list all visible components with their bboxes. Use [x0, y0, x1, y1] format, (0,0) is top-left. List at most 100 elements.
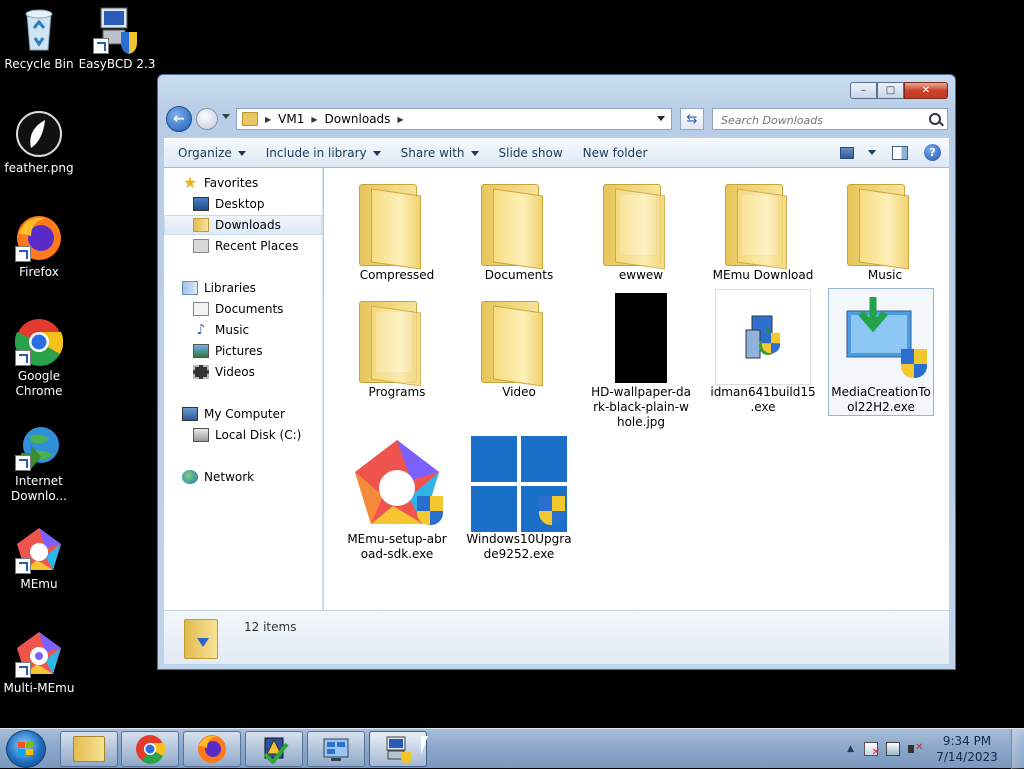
show-desktop-button[interactable] [1011, 729, 1024, 769]
volume-muted-icon[interactable]: ✕ [908, 742, 923, 756]
desktop-icon-internet-download-manager[interactable]: Internet Downlo... [0, 423, 78, 504]
file-name: HD-wallpaper-da rk-black-plain-w hole.jp… [591, 385, 691, 429]
nav-documents[interactable]: Documents [164, 299, 322, 319]
control-panel-icon [323, 738, 349, 761]
slide-show-button[interactable]: Slide show [499, 146, 563, 160]
pictures-icon [193, 344, 209, 358]
search-box[interactable] [712, 108, 948, 130]
chevron-down-icon [237, 150, 246, 156]
search-icon[interactable] [929, 113, 941, 125]
nav-desktop[interactable]: Desktop [164, 194, 322, 214]
file-name: Compressed [359, 268, 435, 282]
close-button[interactable]: ✕ [904, 82, 948, 99]
hard-drive-icon [193, 428, 209, 442]
file-item-idman[interactable]: idman641build15 .exe [710, 289, 816, 415]
file-item-mediacreationtool[interactable]: MediaCreationTo ol22H2.exe [828, 288, 934, 416]
desktop-icon-feather[interactable]: feather.png [0, 110, 78, 176]
clock[interactable]: 9:34 PM 7/14/2023 [930, 733, 1004, 765]
desktop-icon-firefox[interactable]: Firefox [0, 214, 78, 280]
address-bar[interactable]: ▶ VM1 ▶ Downloads ▶ [236, 108, 672, 130]
folder-with-documents-icon [715, 172, 811, 270]
forward-button[interactable] [196, 108, 218, 130]
maximize-button[interactable]: □ [877, 82, 904, 99]
file-name: MediaCreationTo ol22H2.exe [831, 385, 931, 414]
network-icon[interactable] [886, 742, 900, 756]
desktop-icon-memu[interactable]: MEmu [0, 526, 78, 592]
file-item-compressed[interactable]: Compressed [344, 172, 450, 283]
nav-local-disk[interactable]: Local Disk (C:) [164, 425, 322, 445]
chrome-icon [14, 318, 64, 366]
file-item-memu-download[interactable]: MEmu Download [710, 172, 816, 283]
nav-label: Pictures [215, 344, 263, 358]
taskbar-firefox-button[interactable] [183, 731, 241, 767]
nav-recent-places[interactable]: Recent Places [164, 236, 322, 256]
desktop-icon-easybcd[interactable]: EasyBCD 2.3 [78, 6, 156, 72]
desktop-icon-recycle-bin[interactable]: Recycle Bin [0, 6, 78, 72]
nav-network[interactable]: Network [164, 467, 322, 487]
back-button[interactable]: ← [166, 106, 192, 132]
firefox-icon [15, 214, 63, 262]
breadcrumb-downloads[interactable]: Downloads [325, 112, 391, 126]
action-center-flag-icon[interactable]: ✕ [864, 742, 880, 758]
share-with-label: Share with [400, 146, 465, 160]
nav-label: Network [204, 470, 255, 484]
new-folder-button[interactable]: New folder [583, 146, 648, 160]
start-button[interactable] [6, 730, 46, 768]
file-item-programs[interactable]: Programs [344, 289, 450, 400]
show-hidden-icons-button[interactable]: ▲ [847, 744, 854, 754]
taskbar-chrome-button[interactable] [121, 731, 179, 767]
help-icon[interactable]: ? [924, 144, 941, 161]
desktop-icon-multi-memu[interactable]: Multi-MEmu [0, 630, 78, 696]
breadcrumb-vm1[interactable]: VM1 [278, 112, 304, 126]
breadcrumb-arrow-icon[interactable]: ▶ [265, 115, 271, 124]
file-item-hd-wallpaper[interactable]: HD-wallpaper-da rk-black-plain-w hole.jp… [588, 289, 694, 430]
music-note-icon: ♪ [196, 322, 206, 338]
chrome-icon [136, 735, 165, 764]
star-icon: ★ [182, 173, 198, 192]
desktop-icon-chrome[interactable]: Google Chrome [0, 318, 78, 399]
file-item-ewwew[interactable]: ewwew [588, 172, 694, 283]
taskbar-easybcd-button[interactable] [369, 731, 427, 767]
file-item-video[interactable]: Video [466, 289, 572, 400]
preview-pane-icon[interactable] [892, 145, 908, 160]
desktop-icon-label: EasyBCD 2.3 [78, 57, 156, 71]
file-name: Documents [484, 268, 554, 282]
refresh-button[interactable]: ⇆ [680, 108, 704, 130]
change-view-icon[interactable] [840, 146, 854, 159]
uac-shield-icon [539, 496, 565, 528]
search-input[interactable] [719, 110, 923, 130]
taskbar-explorer-button[interactable] [60, 731, 118, 767]
file-item-memu-setup[interactable]: MEmu-setup-abr oad-sdk.exe [344, 436, 450, 562]
share-with-menu[interactable]: Share with [401, 146, 479, 160]
minimize-button[interactable]: – [850, 82, 877, 99]
network-globe-icon [182, 470, 198, 484]
file-item-documents[interactable]: Documents [466, 172, 572, 283]
nav-libraries[interactable]: Libraries [164, 278, 322, 298]
desktop-icon-label: feather.png [4, 161, 74, 175]
nav-downloads[interactable]: Downloads [164, 215, 322, 235]
nav-music[interactable]: ♪ Music [164, 320, 322, 340]
clock-time: 9:34 PM [942, 734, 992, 748]
taskbar-action-center-button[interactable] [245, 731, 303, 767]
folder-icon [242, 112, 258, 126]
recent-pages-dropdown[interactable] [222, 114, 230, 119]
nav-pictures[interactable]: Pictures [164, 341, 322, 361]
taskbar-control-panel-button[interactable] [307, 731, 365, 767]
folder-icon [471, 172, 567, 270]
nav-my-computer[interactable]: My Computer [164, 404, 322, 424]
nav-favorites[interactable]: ★ Favorites [164, 173, 322, 193]
nav-videos[interactable]: Videos [164, 362, 322, 382]
taskbar: ▲ ✕ ✕ 9:34 PM 7/14/2023 [0, 728, 1024, 769]
documents-icon [193, 302, 209, 316]
include-in-library-menu[interactable]: Include in library [266, 146, 381, 160]
breadcrumb-arrow-icon[interactable]: ▶ [311, 115, 317, 124]
breadcrumb-arrow-icon[interactable]: ▶ [397, 115, 403, 124]
organize-menu[interactable]: Organize [178, 146, 246, 160]
view-options-dropdown-icon[interactable] [868, 150, 876, 155]
chevron-down-icon [470, 150, 479, 156]
windows-installer-icon [471, 436, 567, 532]
address-dropdown-icon[interactable] [657, 116, 665, 121]
file-item-music[interactable]: Music [832, 172, 938, 283]
file-item-windows10upgrade[interactable]: Windows10Upgra de9252.exe [466, 436, 572, 562]
nav-label: Local Disk (C:) [215, 428, 302, 442]
